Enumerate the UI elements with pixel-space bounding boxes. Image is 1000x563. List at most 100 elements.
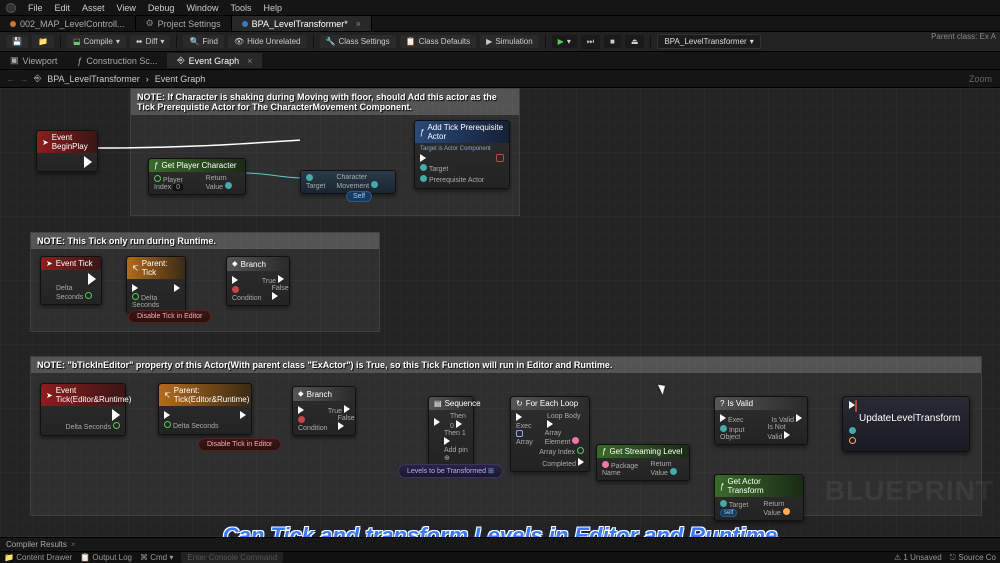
exec-out-pin[interactable] [784, 431, 790, 439]
exec-out-pin[interactable] [112, 409, 120, 421]
object-out-pin[interactable] [670, 468, 677, 475]
int-out-pin[interactable] [577, 447, 584, 454]
exec-out-pin[interactable] [456, 420, 462, 428]
back-button[interactable]: ← [6, 74, 15, 84]
output-log-button[interactable]: 📋 Output Log [80, 553, 132, 562]
tab-map[interactable]: 002_MAP_LevelControll... [0, 16, 136, 31]
exec-out-pin[interactable] [174, 284, 180, 292]
int-in-pin[interactable] [154, 175, 161, 182]
add-pin-button[interactable]: Add pin [444, 447, 468, 454]
hide-unrelated-button[interactable]: 👁Hide Unrelated [228, 35, 307, 48]
exec-out-pin[interactable] [272, 292, 278, 300]
compiler-results-tab[interactable]: Compiler Results × [0, 537, 1000, 551]
node-parent-tick[interactable]: ↸Parent: Tick Delta Seconds [126, 256, 186, 313]
unsaved-badge[interactable]: ⚠ 1 Unsaved [894, 553, 942, 563]
exec-in-pin[interactable] [232, 276, 238, 284]
node-event-tick[interactable]: ➤Event Tick Delta Seconds [40, 256, 102, 305]
menu-view[interactable]: View [117, 3, 136, 13]
array-in-pin[interactable] [516, 430, 523, 437]
node-get-actor-transform[interactable]: ƒGet Actor Transform Target selfReturn V… [714, 474, 804, 521]
menu-edit[interactable]: Edit [55, 3, 71, 13]
node-update-level-transform[interactable]: UpdateLevelTransform [842, 396, 970, 452]
exec-out-pin[interactable] [240, 411, 246, 419]
exec-in-pin[interactable] [720, 414, 726, 422]
compile-button[interactable]: ⬓Compile▾ [67, 35, 126, 48]
exec-out-pin[interactable] [578, 458, 584, 466]
forward-button[interactable]: → [19, 74, 28, 84]
save-button[interactable]: 💾 [6, 35, 28, 48]
float-in-pin[interactable] [132, 293, 139, 300]
object-out-pin[interactable] [225, 182, 232, 189]
float-out-pin[interactable] [85, 292, 92, 299]
object-out-pin[interactable] [371, 181, 378, 188]
node-add-tick-prerequisite[interactable]: ƒAdd Tick Prerequisite Actor Target is A… [414, 120, 510, 189]
node-get-player-character[interactable]: ƒGet Player Character Player Index 0Retu… [148, 158, 246, 195]
class-settings-button[interactable]: 🔧Class Settings [320, 35, 396, 48]
node-branch[interactable]: ⬥Branch True ConditionFalse [226, 256, 290, 306]
variable-disable-tick[interactable]: Disable Tick in Editor [128, 310, 211, 323]
transform-in-pin[interactable] [849, 437, 856, 444]
event-graph-canvas[interactable]: NOTE: If Character is shaking during Mov… [0, 88, 1000, 537]
object-in-pin[interactable] [720, 500, 727, 507]
node-is-valid[interactable]: ?Is Valid ExecIs Valid Input ObjectIs No… [714, 396, 808, 445]
parent-class-label[interactable]: Parent class: Ex A [931, 32, 996, 41]
skip-button[interactable]: ⏭ [581, 35, 600, 49]
stop-button[interactable]: ■ [604, 35, 621, 48]
pin-value[interactable]: 0 [173, 184, 183, 191]
menu-window[interactable]: Window [186, 3, 218, 13]
object-in-pin[interactable] [306, 174, 313, 181]
exec-out-pin[interactable] [344, 405, 350, 413]
content-drawer-button[interactable]: 📁 Content Drawer [4, 553, 72, 562]
exec-in-pin[interactable] [298, 406, 304, 414]
cmd-dropdown[interactable]: ⌘ Cmd ▾ [140, 553, 173, 562]
self-pin[interactable]: Self [346, 190, 372, 202]
node-sequence[interactable]: ▤Sequence Then 0 Then 1 Add pin ⊕ [428, 396, 474, 466]
close-icon[interactable]: × [247, 56, 252, 66]
bool-in-pin[interactable] [298, 416, 305, 423]
simulation-button[interactable]: ▶Simulation [480, 35, 539, 48]
breadcrumb-root[interactable]: BPA_LevelTransformer [47, 74, 140, 84]
browse-button[interactable]: 📁 [32, 35, 54, 48]
name-in-pin[interactable] [602, 461, 609, 468]
close-icon[interactable]: × [356, 19, 361, 29]
breadcrumb-leaf[interactable]: Event Graph [155, 74, 206, 84]
tab-viewport[interactable]: ▣Viewport [0, 53, 67, 68]
object-in-pin[interactable] [720, 425, 727, 432]
node-event-tick-editor[interactable]: ➤Event Tick(Editor&Runtime) Delta Second… [40, 383, 126, 436]
tab-project-settings[interactable]: ⚙Project Settings [136, 16, 232, 31]
delegate-pin[interactable] [855, 400, 857, 412]
variable-levels[interactable]: Levels to be Transformed ⊞ [398, 464, 503, 478]
tab-event-graph[interactable]: ⎆Event Graph× [167, 53, 262, 68]
menu-help[interactable]: Help [263, 3, 282, 13]
bool-in-pin[interactable] [232, 286, 239, 293]
object-in-pin[interactable] [420, 175, 427, 182]
play-button[interactable]: ▶▾ [552, 35, 577, 48]
tab-blueprint[interactable]: BPA_LevelTransformer*× [232, 16, 372, 31]
eject-button[interactable]: ⏏ [625, 35, 645, 48]
transform-out-pin[interactable] [783, 508, 790, 515]
debug-target-dropdown[interactable]: BPA_LevelTransformer▾ [657, 34, 760, 49]
find-button[interactable]: 🔍Find [183, 35, 224, 48]
exec-in-pin[interactable] [516, 413, 522, 421]
exec-out-pin[interactable] [338, 422, 344, 430]
menu-file[interactable]: File [28, 3, 43, 13]
float-in-pin[interactable] [164, 421, 171, 428]
source-control-button[interactable]: ⎋ Source Co [950, 553, 996, 563]
object-in-pin[interactable] [420, 164, 427, 171]
chevron-down-icon[interactable]: ▾ [567, 37, 571, 46]
class-defaults-button[interactable]: 📋Class Defaults [400, 35, 477, 48]
menu-debug[interactable]: Debug [148, 3, 175, 13]
tab-construction[interactable]: ƒConstruction Sc... [67, 54, 167, 68]
exec-in-pin[interactable] [164, 411, 170, 419]
node-get-streaming-level[interactable]: ƒGet Streaming Level Package NameReturn … [596, 444, 690, 481]
exec-in-pin[interactable] [132, 284, 138, 292]
exec-out-pin[interactable] [88, 273, 96, 285]
delegate-pin[interactable] [496, 154, 504, 162]
exec-out-pin[interactable] [278, 275, 284, 283]
node-event-beginplay[interactable]: ➤Event BeginPlay [36, 130, 98, 172]
float-out-pin[interactable] [113, 422, 120, 429]
diff-button[interactable]: ⬌Diff▾ [130, 35, 171, 48]
exec-out-pin[interactable] [444, 437, 450, 445]
console-input[interactable]: Enter Console Command [181, 552, 283, 563]
exec-out-pin[interactable] [796, 414, 802, 422]
